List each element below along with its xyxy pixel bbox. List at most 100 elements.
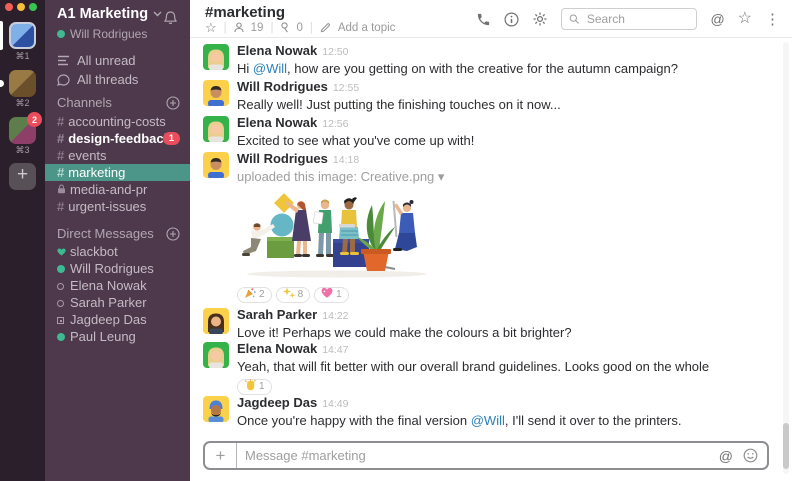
channel-hash-prefix: # [57,131,65,146]
composer-mention-icon[interactable]: @ [719,449,733,463]
message-input[interactable] [237,448,719,463]
sidebar: A1 Marketing Will Rodrigues All unread A… [45,0,190,481]
window-controls [5,3,37,11]
divider: | [270,21,274,34]
channel-meta-row: ☆ | 19 | 0 | Add a topic [205,21,395,34]
message-text-segment: Hi [237,61,253,76]
channel-hash-prefix: # [57,199,65,214]
message-content: Elena Nowak 14:47 Yeah, that will fit bett… [237,342,709,395]
message-row: Will Rodrigues 14:18 uploaded this image: … [203,152,444,303]
sidebar-item-dm-sarah-parker[interactable]: Sarah Parker [45,294,190,311]
message-text: Love it! Perhaps we could make the colou… [237,326,572,340]
workspace-icon-2[interactable] [9,70,36,97]
reaction-sparkles[interactable]: 8 [275,287,311,303]
more-kebab-icon[interactable]: ⋮ [765,12,780,27]
lock-icon [58,184,65,194]
message-author[interactable]: Will Rodrigues [237,151,328,166]
notifications-bell-icon[interactable] [163,10,178,31]
message-author[interactable]: Elena Nowak [237,341,317,356]
star-channel-icon[interactable]: ☆ [205,21,217,34]
message-row: Jagdeep Das 14:49 Once you're happy with t… [203,396,682,428]
sidebar-nav: All unread All threads [57,51,138,89]
reaction-tada[interactable]: 2 [237,287,272,303]
message-author[interactable]: Jagdeep Das [237,395,317,410]
user-mention-link[interactable]: @Will [471,413,505,428]
pin-count[interactable]: 0 [296,22,302,34]
message-author[interactable]: Elena Nowak [237,115,317,130]
presence-online-icon [57,328,65,345]
sidebar-item-dm-will-rodrigues[interactable]: Will Rodrigues [45,260,190,277]
sidebar-item-dm-paul-leung[interactable]: Paul Leung [45,328,190,345]
sidebar-item-channel-marketing[interactable]: # marketing [45,164,190,181]
add-dm-icon[interactable] [166,226,180,241]
channel-name: accounting-costs [68,114,166,129]
zoom-window-button[interactable] [29,3,37,11]
call-phone-icon[interactable] [476,12,491,27]
sidebar-item-channel-media-and-pr[interactable]: media-and-pr [45,181,190,198]
message-timestamp: 14:47 [322,344,349,356]
message-text: Really well! Just putting the finishing … [237,98,561,112]
sidebar-item-channel-accounting-costs[interactable]: # accounting-costs [45,113,190,130]
message-author[interactable]: Sarah Parker [237,307,317,322]
message-text-segment: Love it! Perhaps we could make the colou… [237,325,572,340]
message-author[interactable]: Elena Nowak [237,43,317,58]
reaction-count: 2 [259,289,265,300]
search-input[interactable] [584,11,690,27]
reaction-sparkling-heart[interactable]: 1 [314,287,349,303]
pin-icon [281,21,289,32]
starred-items-icon[interactable]: ☆ [738,11,752,27]
workspace-icon-1[interactable] [9,22,36,49]
caret-down-icon[interactable]: ▾ [434,169,445,184]
mentions-at-icon[interactable]: @ [710,12,724,26]
gear-icon[interactable] [532,11,548,27]
search-box[interactable] [561,8,698,30]
workspace-shortcut-label: ⌘1 [15,51,30,61]
attach-plus-button[interactable]: + [205,443,237,468]
presence-heart-icon [57,243,66,260]
message-author[interactable]: Will Rodrigues [237,79,328,94]
header-actions: @ ☆ ⋮ [476,8,780,30]
member-count[interactable]: 19 [251,22,264,34]
reaction-count: 1 [259,381,265,392]
dm-name: Paul Leung [70,329,136,344]
divider: | [309,21,313,34]
message-text-segment: Excited to see what you've come up with! [237,133,475,148]
sidebar-item-dm-jagdeep-das[interactable]: Jagdeep Das [45,311,190,328]
team-name: A1 Marketing [57,6,149,22]
reaction-count: 8 [297,289,304,300]
workspace-unread-dot [0,80,4,87]
minimize-window-button[interactable] [17,3,25,11]
sidebar-item-channel-urgent-issues[interactable]: # urgent-issues [45,198,190,215]
uploaded-image-creative-png[interactable] [237,193,442,279]
message-text-segment: , how are you getting on with the creati… [287,61,678,76]
reaction-clap[interactable]: 1 [237,378,272,396]
reactions-row: 2 8 1 [237,287,444,303]
sparkling-heart-emoji [321,287,333,304]
user-mention-link[interactable]: @Will [253,61,287,76]
message-header: Elena Nowak 12:50 [237,44,678,59]
message-composer: + @ [203,441,769,470]
sidebar-item-all-unread[interactable]: All unread [57,51,138,70]
current-user[interactable]: Will Rodrigues [57,27,147,41]
add-channel-icon[interactable] [166,95,180,110]
add-workspace-button[interactable]: + [9,163,36,190]
scrollbar-track[interactable] [783,42,789,474]
avatar [203,152,229,178]
close-window-button[interactable] [5,3,13,11]
sidebar-item-all-threads[interactable]: All threads [57,70,138,89]
sidebar-item-channel-events[interactable]: # events [45,147,190,164]
emoji-smiley-icon[interactable] [743,448,758,463]
main-panel: #marketing ☆ | 19 | 0 | Add a topic Sear… [190,0,792,481]
active-workspace-indicator [0,21,3,50]
team-menu[interactable]: A1 Marketing [57,6,162,22]
message-text: Yeah, that will fit better with our over… [237,360,709,374]
add-topic-button[interactable]: Add a topic [338,22,396,34]
channel-hash-prefix: # [57,165,65,180]
sidebar-item-channel-design-feedback[interactable]: # design-feedback 1 [45,130,190,147]
scrollbar-thumb[interactable] [783,423,789,469]
sidebar-item-dm-elena-nowak[interactable]: Elena Nowak [45,277,190,294]
clap-emoji [244,378,256,396]
sidebar-item-dm-slackbot[interactable]: slackbot [45,243,190,260]
tada-emoji [244,287,256,304]
info-icon[interactable] [504,11,519,27]
